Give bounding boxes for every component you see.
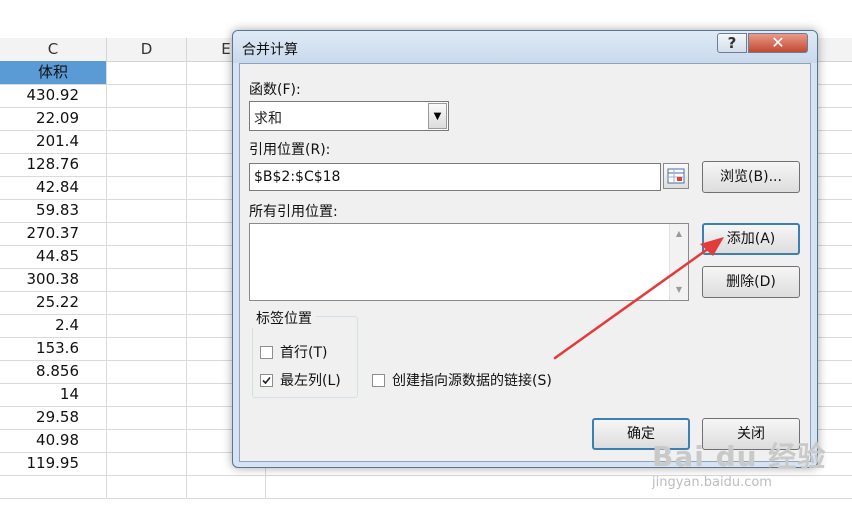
consolidate-dialog: 合并计算 ? ✕ 函数(F): 求和 ▼ 引用位置(R): 浏览(B)... 所… [232,30,818,468]
reference-input[interactable] [249,163,661,191]
column-header-d[interactable]: D [107,38,187,61]
all-references-label: 所有引用位置: [249,204,338,220]
empty-cell[interactable] [107,291,187,314]
chevron-down-icon[interactable]: ▼ [428,103,447,129]
value-cell[interactable]: 2.4 [0,314,107,337]
value-cell[interactable]: 14 [0,383,107,406]
reference-label: 引用位置(R): [249,142,331,158]
scroll-down-icon[interactable]: ▼ [670,282,688,298]
empty-cell[interactable] [107,84,187,107]
empty-cell[interactable] [107,383,187,406]
empty-cell[interactable] [107,314,187,337]
value-cell[interactable]: 59.83 [0,199,107,222]
dialog-title: 合并计算 [242,42,298,58]
value-cell[interactable]: 22.09 [0,107,107,130]
empty-cell[interactable] [107,268,187,291]
label-position-legend: 标签位置 [252,308,316,328]
empty-cell[interactable] [107,452,187,475]
value-cell[interactable]: 25.22 [0,291,107,314]
empty-cell[interactable] [107,475,187,498]
all-references-list[interactable]: ▲ ▼ [249,223,689,301]
empty-cell[interactable] [107,130,187,153]
empty-cell[interactable] [107,337,187,360]
value-cell[interactable]: 8.856 [0,360,107,383]
left-column-option[interactable]: 最左列(L) [260,370,341,390]
empty-cell[interactable] [107,429,187,452]
create-links-checkbox[interactable] [372,373,385,387]
empty-cell[interactable] [187,475,266,498]
watermark-main: Bai du 经验 [652,440,827,473]
create-links-label: 创建指向源数据的链接(S) [392,373,552,389]
add-button[interactable]: 添加(A) [702,223,800,255]
close-icon[interactable]: ✕ [748,33,808,53]
function-select[interactable]: 求和 ▼ [249,101,449,131]
value-cell[interactable]: 44.85 [0,245,107,268]
value-cell[interactable] [0,475,107,498]
function-label: 函数(F): [249,82,301,98]
value-cell[interactable]: 119.95 [0,452,107,475]
value-cell[interactable]: 430.92 [0,84,107,107]
value-cell[interactable]: 42.84 [0,176,107,199]
header-cell-volume[interactable]: 体积 [0,61,107,84]
range-picker-icon[interactable] [663,163,689,189]
list-scrollbar[interactable]: ▲ ▼ [669,224,688,300]
column-header-c[interactable]: C [0,38,107,61]
left-column-label: 最左列(L) [280,373,341,389]
baidu-watermark: Bai du 经验 jingyan.baidu.com [652,435,826,490]
value-cell[interactable]: 153.6 [0,337,107,360]
sheet-top-area [0,0,852,26]
value-cell[interactable]: 128.76 [0,153,107,176]
left-column-checkbox[interactable] [260,373,273,387]
value-cell[interactable]: 29.58 [0,406,107,429]
create-links-option[interactable]: 创建指向源数据的链接(S) [372,370,552,390]
dialog-titlebar[interactable]: 合并计算 ? ✕ [233,31,817,63]
help-button[interactable]: ? [717,33,747,53]
top-row-label: 首行(T) [280,345,328,361]
empty-cell[interactable] [107,245,187,268]
empty-cell[interactable] [107,107,187,130]
scroll-up-icon[interactable]: ▲ [670,226,688,242]
dialog-body: 函数(F): 求和 ▼ 引用位置(R): 浏览(B)... 所有引用位置: ▲ … [239,63,811,462]
watermark-sub: jingyan.baidu.com [652,475,772,490]
top-row-option[interactable]: 首行(T) [260,342,327,362]
top-row-checkbox[interactable] [260,345,273,359]
empty-cell[interactable] [107,222,187,245]
empty-cell[interactable] [107,199,187,222]
value-cell[interactable]: 300.38 [0,268,107,291]
value-cell[interactable]: 270.37 [0,222,107,245]
delete-button[interactable]: 删除(D) [702,266,800,298]
value-cell[interactable]: 201.4 [0,130,107,153]
browse-button[interactable]: 浏览(B)... [702,161,800,193]
value-cell[interactable]: 40.98 [0,429,107,452]
function-select-value: 求和 [254,111,282,127]
empty-cell[interactable] [107,176,187,199]
empty-cell[interactable] [107,360,187,383]
empty-cell[interactable] [107,61,187,84]
empty-cell[interactable] [107,406,187,429]
empty-cell[interactable] [107,153,187,176]
